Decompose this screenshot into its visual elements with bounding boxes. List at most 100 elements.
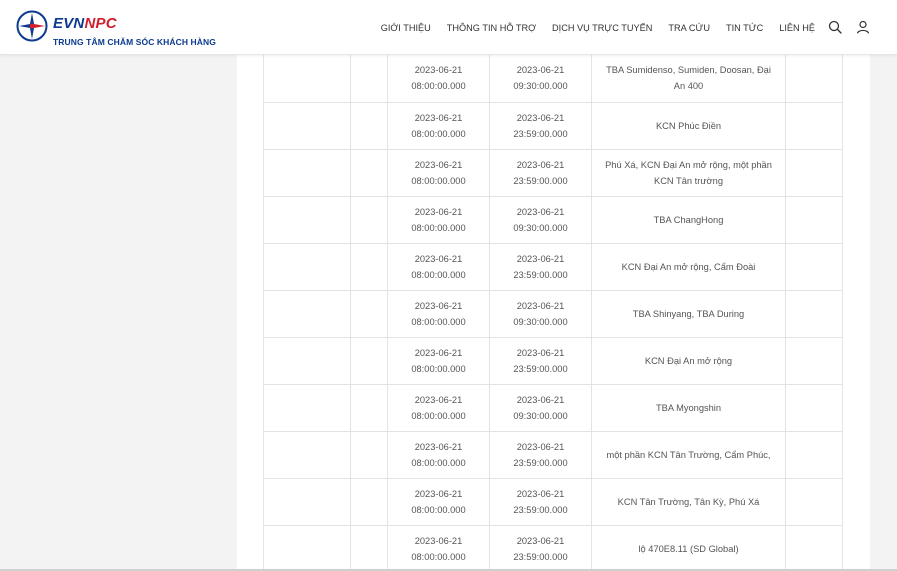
- cell-end-time-text: 2023-06-21: [516, 394, 565, 405]
- table-row: 2023-06-21 08:00:00.000 2023-06-21 23:59:00…: [263, 101, 843, 150]
- cell-start-time-text: 08:00:00.000: [411, 128, 466, 139]
- cell-start-time-text: 2023-06-21: [414, 65, 463, 76]
- cell-start-time-text: 08:00:00.000: [411, 269, 466, 280]
- cell-empty-2: [350, 289, 388, 338]
- brand-subtitle: TRUNG TÂM CHĂM SÓC KHÁCH HÀNG: [53, 37, 216, 47]
- cell-area: TBA ChangHong: [591, 195, 786, 244]
- cell-empty-1: [263, 336, 351, 385]
- cell-empty-1: [263, 383, 351, 432]
- cell-empty-6: [785, 101, 843, 150]
- cell-area-text: KCN Đại An mở rộng, Cẩm Đoài: [621, 261, 756, 272]
- search-icon[interactable]: [828, 20, 842, 34]
- table-row: 2023-06-21 08:00:00.000 2023-06-21 23:59:00…: [263, 148, 843, 197]
- table-body: 2023-06-21 08:00:00.000 2023-06-21 09:30:00…: [263, 55, 843, 571]
- user-icon[interactable]: [856, 20, 870, 34]
- nav-lien-he[interactable]: Liên hệ: [779, 23, 815, 33]
- cell-area-text: TBA Myongshin: [655, 402, 722, 413]
- nav-dich-vu-truc-tuyen[interactable]: Dịch vụ trực tuyến: [552, 23, 652, 33]
- nav-thong-tin-ho-tro[interactable]: Thông tin hỗ trợ: [447, 23, 536, 33]
- cell-empty-6: [785, 289, 843, 338]
- cell-area-text: KCN Tân Trường, Tân Kỳ, Phú Xá: [617, 496, 760, 507]
- cell-empty-6: [785, 55, 843, 103]
- cell-end-time-text: 23:59:00.000: [513, 363, 568, 374]
- cell-end-time-text: 23:59:00.000: [513, 269, 568, 280]
- cell-start-time-text: 2023-06-21: [414, 441, 463, 452]
- cell-empty-6: [785, 148, 843, 197]
- cell-start-time: 2023-06-21 08:00:00.000: [387, 524, 490, 571]
- cell-area-text: lộ 470E8.11 (SD Global): [638, 543, 739, 554]
- cell-empty-1: [263, 477, 351, 526]
- cell-area: lộ 470E8.11 (SD Global): [591, 524, 786, 571]
- cell-end-time-text: 2023-06-21: [516, 535, 565, 546]
- cell-empty-1: [263, 430, 351, 479]
- cell-start-time-text: 2023-06-21: [414, 394, 463, 405]
- table-row: 2023-06-21 08:00:00.000 2023-06-21 09:30:00…: [263, 195, 843, 244]
- cell-empty-1: [263, 55, 351, 103]
- cell-start-time-text: 08:00:00.000: [411, 504, 466, 515]
- cell-end-time-text: 2023-06-21: [516, 65, 565, 76]
- brand-evn: EVN: [53, 15, 85, 32]
- cell-start-time-text: 08:00:00.000: [411, 316, 466, 327]
- cell-end-time: 2023-06-21 23:59:00.000: [489, 477, 592, 526]
- cell-empty-1: [263, 242, 351, 291]
- cell-start-time-text: 2023-06-21: [414, 300, 463, 311]
- cell-empty-6: [785, 383, 843, 432]
- cell-end-time-text: 2023-06-21: [516, 206, 565, 217]
- cell-end-time-text: 23:59:00.000: [513, 128, 568, 139]
- cell-end-time-text: 2023-06-21: [516, 300, 565, 311]
- nav-gioi-thieu[interactable]: Giới thiệu: [381, 23, 431, 33]
- cell-start-time-text: 08:00:00.000: [411, 457, 466, 468]
- table-row: 2023-06-21 08:00:00.000 2023-06-21 23:59:00…: [263, 524, 843, 571]
- cell-start-time-text: 08:00:00.000: [411, 363, 466, 374]
- cell-empty-6: [785, 195, 843, 244]
- cell-start-time: 2023-06-21 08:00:00.000: [387, 148, 490, 197]
- cell-start-time: 2023-06-21 08:00:00.000: [387, 55, 490, 103]
- brand-npc: NPC: [84, 15, 117, 32]
- cell-empty-1: [263, 289, 351, 338]
- cell-start-time-text: 08:00:00.000: [411, 551, 466, 562]
- cell-empty-1: [263, 524, 351, 571]
- cell-area: KCN Phúc Điền: [591, 101, 786, 150]
- main-nav: Giới thiệu Thông tin hỗ trợ Dịch vụ trực…: [365, 0, 815, 55]
- cell-area-text: KCN Phúc Điền: [655, 120, 722, 131]
- cell-end-time-text: 23:59:00.000: [513, 551, 568, 562]
- cell-start-time: 2023-06-21 08:00:00.000: [387, 336, 490, 385]
- cell-end-time-text: 09:30:00.000: [513, 410, 568, 421]
- cell-area: TBA Sumidenso, Sumiden, Doosan, Đại An 4…: [591, 55, 786, 103]
- cell-start-time: 2023-06-21 08:00:00.000: [387, 430, 490, 479]
- cell-empty-1: [263, 148, 351, 197]
- nav-tra-cuu[interactable]: Tra cứu: [668, 23, 710, 33]
- cell-empty-6: [785, 242, 843, 291]
- cell-end-time: 2023-06-21 23:59:00.000: [489, 101, 592, 150]
- cell-start-time-text: 2023-06-21: [414, 488, 463, 499]
- cell-empty-2: [350, 148, 388, 197]
- table-row: 2023-06-21 08:00:00.000 2023-06-21 23:59:00…: [263, 242, 843, 291]
- cell-end-time-text: 23:59:00.000: [513, 457, 568, 468]
- cell-empty-6: [785, 524, 843, 571]
- cell-area-text: TBA Sumidenso, Sumiden, Doosan, Đại An 4…: [606, 65, 771, 92]
- table-row: 2023-06-21 08:00:00.000 2023-06-21 23:59:00…: [263, 430, 843, 479]
- table-row: 2023-06-21 08:00:00.000 2023-06-21 23:59:00…: [263, 477, 843, 526]
- cell-start-time-text: 08:00:00.000: [411, 81, 466, 92]
- cell-start-time-text: 2023-06-21: [414, 253, 463, 264]
- cell-start-time: 2023-06-21 08:00:00.000: [387, 289, 490, 338]
- nav-tin-tuc[interactable]: Tin tức: [726, 23, 763, 33]
- cell-empty-6: [785, 430, 843, 479]
- cell-end-time: 2023-06-21 09:30:00.000: [489, 289, 592, 338]
- table-row: 2023-06-21 08:00:00.000 2023-06-21 09:30:00…: [263, 383, 843, 432]
- cell-area-text: Phú Xá, KCN Đại An mở rộng, một phần KCN…: [605, 159, 772, 186]
- table-row: 2023-06-21 08:00:00.000 2023-06-21 09:30:00…: [263, 289, 843, 338]
- cell-empty-2: [350, 524, 388, 571]
- cell-end-time-text: 2023-06-21: [516, 347, 565, 358]
- cell-empty-2: [350, 55, 388, 103]
- cell-start-time-text: 2023-06-21: [414, 206, 463, 217]
- cell-end-time: 2023-06-21 23:59:00.000: [489, 336, 592, 385]
- cell-area-text: KCN Đại An mở rộng: [644, 355, 733, 366]
- logo[interactable]: EVNNPC TRUNG TÂM CHĂM SÓC KHÁCH HÀNG: [16, 10, 216, 48]
- cell-start-time-text: 2023-06-21: [414, 159, 463, 170]
- cell-empty-2: [350, 101, 388, 150]
- site-header: EVNNPC TRUNG TÂM CHĂM SÓC KHÁCH HÀNG Giớ…: [0, 0, 897, 55]
- cell-empty-2: [350, 336, 388, 385]
- cell-empty-6: [785, 336, 843, 385]
- cell-start-time-text: 08:00:00.000: [411, 175, 466, 186]
